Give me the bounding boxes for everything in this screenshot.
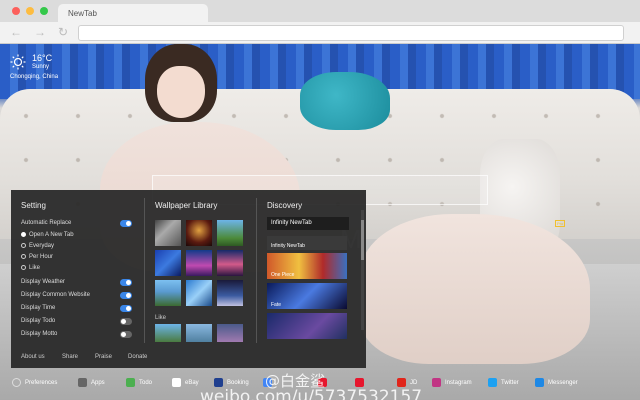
discovery-item-one-piece[interactable]: One Piece xyxy=(267,253,347,279)
wallpaper-pillow xyxy=(300,72,390,130)
close-window-button[interactable] xyxy=(12,7,20,15)
discovery-header-label: Infinity NewTab xyxy=(271,220,312,226)
jd-icon xyxy=(397,378,406,387)
discovery-item-infinity[interactable]: Infinity NewTab xyxy=(267,236,347,250)
about-us-link[interactable]: About us xyxy=(21,354,45,360)
apps-shortcut[interactable]: Apps xyxy=(78,378,105,387)
discovery-item-label: Fate xyxy=(271,302,282,308)
weather-condition: Sunny xyxy=(32,64,50,70)
instagram-icon xyxy=(432,378,441,387)
discovery-header[interactable]: Infinity NewTab Pro xyxy=(267,217,566,230)
apps-icon xyxy=(78,378,87,387)
sun-icon xyxy=(10,54,26,70)
messenger-icon xyxy=(535,378,544,387)
display-todo-label: Display Todo xyxy=(21,318,56,324)
wallpaper-thumbnail[interactable] xyxy=(217,250,243,276)
maximize-window-button[interactable] xyxy=(40,7,48,15)
option-open-new-tab[interactable]: Open A New Tab xyxy=(21,232,74,238)
booking-icon xyxy=(214,378,223,387)
column-divider xyxy=(256,198,257,343)
red-app-shortcut[interactable] xyxy=(355,378,368,387)
booking-shortcut[interactable]: Booking xyxy=(214,378,249,387)
gear-icon xyxy=(12,378,21,387)
liked-thumbnail[interactable] xyxy=(155,324,181,342)
column-divider xyxy=(144,198,145,343)
jd-shortcut[interactable]: JD xyxy=(397,378,417,387)
wallpaper-thumbnail[interactable] xyxy=(186,280,212,306)
tab-title: NewTab xyxy=(68,9,97,18)
discovery-item-fate[interactable]: Fate xyxy=(267,283,347,309)
donate-link[interactable]: Donate xyxy=(128,354,147,360)
radio-selected-icon xyxy=(21,232,26,237)
preferences-shortcut[interactable]: Preferences xyxy=(12,378,57,387)
wallpaper-thumbnail[interactable] xyxy=(186,220,212,246)
instagram-shortcut[interactable]: Instagram xyxy=(432,378,472,387)
ebay-shortcut[interactable]: eBay xyxy=(172,378,199,387)
wallpaper-thumbnail[interactable] xyxy=(217,220,243,246)
wallpaper-thumbnail[interactable] xyxy=(186,250,212,276)
display-time-label: Display Time xyxy=(21,305,56,311)
option-like[interactable]: Like xyxy=(21,265,40,271)
liked-thumbnail[interactable] xyxy=(217,324,243,342)
option-per-hour[interactable]: Per Hour xyxy=(21,254,53,260)
weather-temperature: 16°C xyxy=(32,53,53,63)
display-common-website-label: Display Common Website xyxy=(21,292,90,298)
todo-shortcut[interactable]: Todo xyxy=(126,378,152,387)
wallpaper-thumbnail[interactable] xyxy=(155,250,181,276)
like-section-label: Like xyxy=(155,315,167,321)
automatic-replace-label: Automatic Replace xyxy=(21,220,72,226)
tab-newtab[interactable]: NewTab xyxy=(58,4,208,22)
twitter-icon xyxy=(488,378,497,387)
display-weather-toggle[interactable] xyxy=(120,279,132,286)
radio-icon xyxy=(21,254,26,259)
option-everyday[interactable]: Everyday xyxy=(21,243,54,249)
setting-title: Setting xyxy=(21,201,46,210)
wallpaper-figure-face xyxy=(157,66,205,118)
display-motto-toggle[interactable] xyxy=(120,331,132,338)
liked-thumbnail[interactable] xyxy=(186,324,212,342)
back-arrow-icon[interactable]: ← xyxy=(10,26,22,38)
wallpaper-thumbnail[interactable] xyxy=(217,280,243,306)
discovery-title: Discovery xyxy=(267,201,303,210)
discovery-scrollbar-thumb[interactable] xyxy=(361,220,364,260)
discovery-item[interactable] xyxy=(267,313,347,339)
display-todo-toggle[interactable] xyxy=(120,318,132,325)
messenger-shortcut[interactable]: Messenger xyxy=(535,378,578,387)
praise-link[interactable]: Praise xyxy=(95,354,112,360)
discovery-item-label: Infinity NewTab xyxy=(271,243,305,249)
weather-location: Chongqing, China xyxy=(10,74,59,80)
wallpaper-library-title: Wallpaper Library xyxy=(155,201,218,210)
display-motto-label: Display Motto xyxy=(21,331,58,337)
ebay-icon xyxy=(172,378,181,387)
display-time-toggle[interactable] xyxy=(120,305,132,312)
automatic-replace-toggle[interactable] xyxy=(120,220,132,227)
radio-icon xyxy=(21,265,26,270)
discovery-item-label: One Piece xyxy=(271,272,295,278)
reload-icon[interactable]: ↻ xyxy=(58,26,68,38)
red-icon xyxy=(355,378,364,387)
wallpaper-thumbnail[interactable] xyxy=(155,280,181,306)
discovery-scrollbar[interactable] xyxy=(361,210,364,330)
wallpaper-thumbnail[interactable] xyxy=(155,220,181,246)
address-bar[interactable] xyxy=(78,25,624,41)
watermark-url: weibo.com/u/5737532157 xyxy=(200,387,423,400)
twitter-shortcut[interactable]: Twitter xyxy=(488,378,519,387)
share-link[interactable]: Share xyxy=(62,354,78,360)
radio-icon xyxy=(21,243,26,248)
pro-badge: Pro xyxy=(555,220,566,227)
minimize-window-button[interactable] xyxy=(26,7,34,15)
tab-bar: NewTab xyxy=(0,0,640,22)
display-weather-label: Display Weather xyxy=(21,279,65,285)
todo-icon xyxy=(126,378,135,387)
display-common-website-toggle[interactable] xyxy=(120,292,132,299)
preferences-panel: Setting Automatic Replace Open A New Tab… xyxy=(11,190,566,368)
browser-toolbar: ← → ↻ xyxy=(0,22,640,44)
wallpaper-figure-legs xyxy=(360,214,590,364)
forward-arrow-icon[interactable]: → xyxy=(34,26,46,38)
